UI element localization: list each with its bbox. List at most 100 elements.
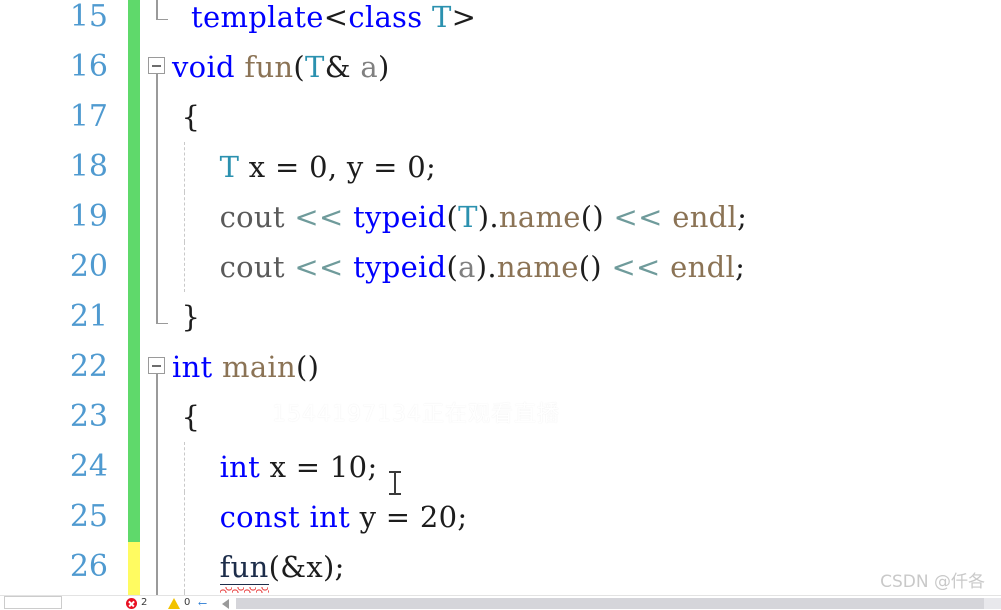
- code-text[interactable]: fun(&x);: [172, 542, 345, 592]
- code-token: int: [309, 500, 351, 534]
- error-icon[interactable]: [126, 598, 137, 609]
- code-token: template: [191, 0, 324, 34]
- code-token: 10: [329, 450, 368, 484]
- code-text[interactable]: const int y = 20;: [172, 492, 468, 542]
- code-line[interactable]: 22 int main(): [0, 342, 1001, 392]
- code-token: void: [172, 50, 235, 84]
- code-line[interactable]: 20 cout << typeid(a).name() << endl;: [0, 242, 1001, 292]
- code-line[interactable]: 21 }: [0, 292, 1001, 342]
- code-text[interactable]: T x = 0, y = 0;: [172, 142, 436, 192]
- change-bar-saved: [128, 92, 140, 142]
- code-token: , y =: [327, 150, 408, 184]
- line-number: 17: [69, 99, 108, 134]
- fold-column[interactable]: [146, 42, 172, 92]
- code-text[interactable]: int main(): [172, 342, 319, 392]
- warning-icon[interactable]: [168, 598, 180, 609]
- fold-column[interactable]: [146, 492, 172, 542]
- code-text[interactable]: template<class T>: [172, 0, 476, 42]
- line-number: 23: [69, 399, 108, 434]
- code-line[interactable]: 16 void fun(T& a): [0, 42, 1001, 92]
- change-bar-saved: [128, 292, 140, 342]
- code-token: (: [293, 50, 306, 84]
- line-number: 26: [69, 549, 108, 584]
- code-editor[interactable]: 15 template<class T> 16 void fun(T& a) 17 {…: [0, 0, 1001, 610]
- hscroll-left-arrow[interactable]: [222, 599, 229, 609]
- line-number: 21: [69, 299, 108, 334]
- fold-collapse-icon[interactable]: [148, 357, 165, 374]
- code-token: ;: [737, 200, 748, 234]
- fold-column[interactable]: [146, 292, 172, 342]
- change-bar-saved: [128, 142, 140, 192]
- code-text[interactable]: void fun(T& a): [172, 42, 390, 92]
- fold-collapse-icon[interactable]: [148, 57, 165, 74]
- fold-guide-line: [156, 192, 158, 242]
- change-bar-saved: [128, 242, 140, 292]
- warning-count[interactable]: 0: [184, 596, 190, 610]
- code-line[interactable]: 15 template<class T>: [0, 0, 1001, 42]
- code-token: y =: [350, 500, 420, 534]
- horizontal-scrollbar-thumb[interactable]: [236, 598, 984, 609]
- code-surface[interactable]: 15 template<class T> 16 void fun(T& a) 17 {…: [0, 0, 1001, 610]
- code-token: fun: [244, 50, 294, 84]
- code-text[interactable]: {: [172, 392, 200, 442]
- line-number: 19: [69, 199, 108, 234]
- change-bar-saved: [128, 392, 140, 442]
- fold-column[interactable]: [146, 342, 172, 392]
- fold-column[interactable]: [146, 142, 172, 192]
- fold-column[interactable]: [146, 542, 172, 592]
- horizontal-scrollbar-track[interactable]: [236, 598, 1001, 609]
- code-token: <<: [294, 200, 344, 234]
- code-line[interactable]: 19 cout << typeid(T).name() << endl;: [0, 192, 1001, 242]
- code-line[interactable]: 23 {: [0, 392, 1001, 442]
- code-token: ): [377, 50, 390, 84]
- code-token: ;: [457, 500, 468, 534]
- fold-column[interactable]: [146, 0, 172, 42]
- code-line[interactable]: 17 {: [0, 92, 1001, 142]
- fold-guide-line: [156, 442, 158, 492]
- code-text[interactable]: cout << typeid(a).name() << endl;: [172, 242, 745, 292]
- code-token: ).: [477, 200, 499, 234]
- fold-guide-line: [156, 374, 158, 392]
- code-token: cout: [219, 250, 285, 284]
- ibeam-stem: [394, 472, 396, 494]
- change-bar-saved: [128, 342, 140, 392]
- code-token: a: [458, 250, 476, 284]
- code-line[interactable]: 24 int x = 10;: [0, 442, 1001, 492]
- fold-column[interactable]: [146, 92, 172, 142]
- change-bar-saved: [128, 192, 140, 242]
- scope-dropdown[interactable]: [4, 596, 62, 609]
- code-text[interactable]: {: [172, 92, 200, 142]
- fold-guide-line: [156, 92, 158, 142]
- fold-guide-line: [156, 142, 158, 192]
- code-text[interactable]: cout << typeid(T).name() << endl;: [172, 192, 747, 242]
- code-token: ;: [367, 450, 378, 484]
- status-bar[interactable]: 2 0 ←: [0, 595, 1001, 610]
- line-number: 25: [69, 499, 108, 534]
- code-token: name: [498, 200, 581, 234]
- code-text[interactable]: }: [172, 292, 200, 342]
- code-line[interactable]: 26 fun(&x);: [0, 542, 1001, 592]
- navigate-back-icon[interactable]: ←: [198, 598, 207, 609]
- code-line[interactable]: 25 const int y = 20;: [0, 492, 1001, 542]
- code-token: a: [360, 50, 378, 84]
- error-count[interactable]: 2: [141, 596, 147, 610]
- fold-column[interactable]: [146, 192, 172, 242]
- code-text[interactable]: int x = 10;: [172, 442, 378, 492]
- line-number: 20: [69, 249, 108, 284]
- fold-column[interactable]: [146, 442, 172, 492]
- code-token: <<: [613, 200, 663, 234]
- code-token: }: [172, 300, 201, 334]
- code-token: (): [296, 350, 320, 384]
- fold-column[interactable]: [146, 392, 172, 442]
- code-token: 0: [407, 150, 426, 184]
- code-line[interactable]: 18 T x = 0, y = 0;: [0, 142, 1001, 192]
- code-token: T: [305, 50, 325, 84]
- fold-column[interactable]: [146, 242, 172, 292]
